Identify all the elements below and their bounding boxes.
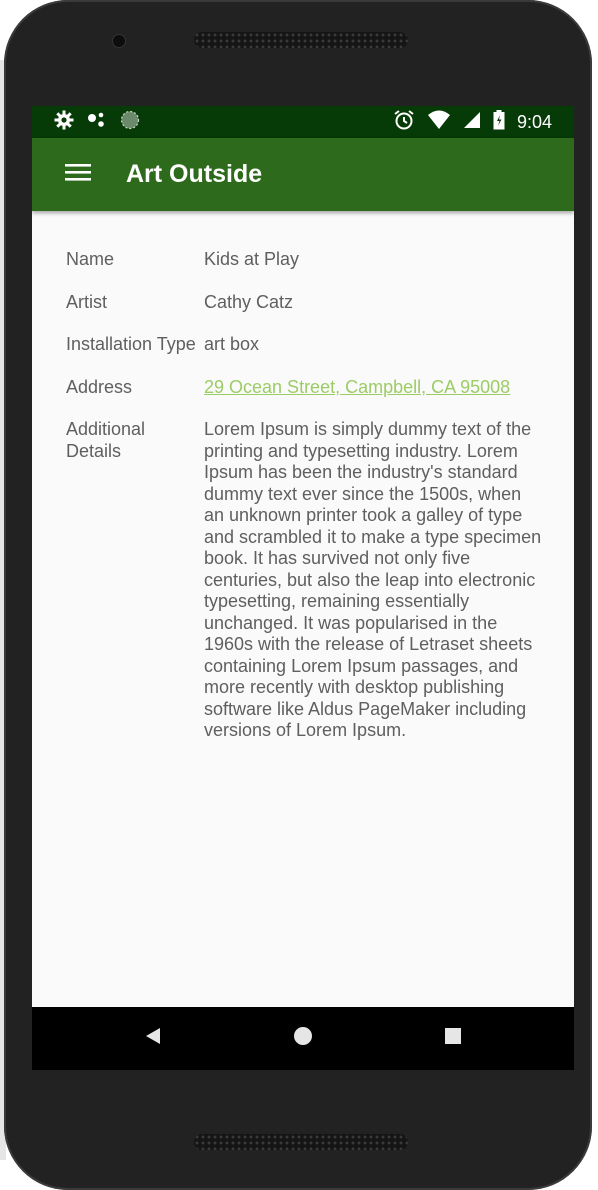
wifi-icon	[427, 110, 451, 135]
alarm-icon	[393, 109, 415, 136]
additional-details-value: Lorem Ipsum is simply dummy text of the …	[204, 419, 542, 740]
additional-details-label: Additional Details	[66, 419, 146, 461]
back-icon	[144, 1027, 162, 1050]
device-screen: 9:04 Art Outside Name Kids at Play Artis…	[32, 106, 574, 1070]
detail-row-address: Address 29 Ocean Street, Campbell, CA 95…	[66, 377, 574, 399]
app-bar: Art Outside	[32, 138, 574, 211]
sync-icon	[120, 110, 140, 135]
status-bar: 9:04	[32, 106, 574, 138]
settings-icon	[54, 110, 74, 135]
navigation-bar	[32, 1007, 574, 1070]
installation-type-label: Installation Type	[66, 334, 196, 354]
signal-icon	[463, 111, 481, 134]
home-button[interactable]	[228, 1007, 378, 1070]
detail-row-name: Name Kids at Play	[66, 249, 574, 271]
detail-row-additional-details: Additional Details Lorem Ipsum is simply…	[66, 419, 574, 742]
front-camera	[112, 34, 126, 48]
name-label: Name	[66, 249, 115, 269]
battery-icon	[493, 109, 505, 135]
status-left-icons	[54, 110, 140, 135]
page-title: Art Outside	[126, 160, 263, 188]
artist-value: Cathy Catz	[204, 291, 294, 312]
home-icon	[293, 1026, 313, 1051]
detail-list: Name Kids at Play Artist Cathy Catz Inst…	[32, 211, 574, 742]
recents-icon	[444, 1027, 462, 1050]
detail-row-installation-type: Installation Type art box	[66, 334, 574, 356]
status-right-icons: 9:04	[393, 109, 552, 136]
installation-type-value: art box	[204, 334, 260, 354]
name-value: Kids at Play	[204, 249, 300, 269]
address-link[interactable]: 29 Ocean Street, Campbell, CA 95008	[204, 377, 544, 399]
assistant-dots-icon	[86, 110, 108, 135]
address-label: Address	[66, 376, 133, 397]
bottom-speaker-grille	[194, 1134, 408, 1150]
menu-button[interactable]	[52, 147, 104, 203]
back-button[interactable]	[78, 1007, 228, 1070]
phone-frame: 9:04 Art Outside Name Kids at Play Artis…	[4, 0, 592, 1190]
artist-label: Artist	[66, 291, 108, 312]
detail-row-artist: Artist Cathy Catz	[66, 292, 574, 314]
top-speaker-grille	[194, 32, 408, 48]
recents-button[interactable]	[378, 1007, 528, 1070]
status-time: 9:04	[516, 111, 552, 132]
hamburger-menu-icon	[65, 162, 91, 187]
